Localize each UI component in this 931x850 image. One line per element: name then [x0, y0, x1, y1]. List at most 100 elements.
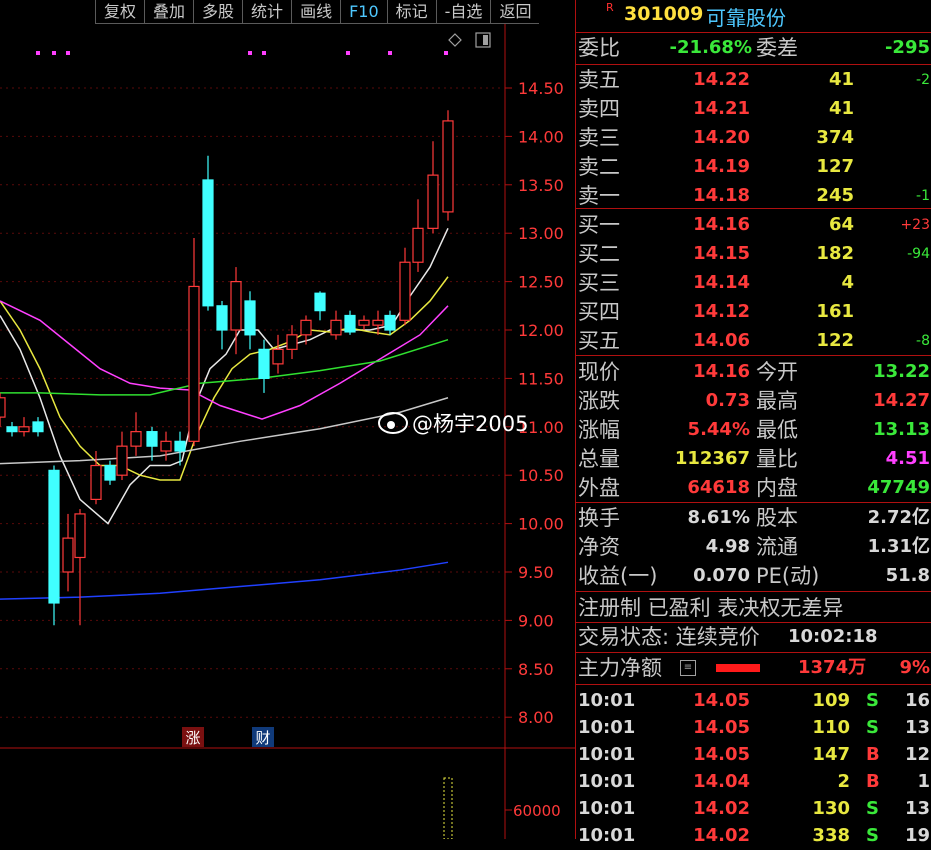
- overlay-button[interactable]: 叠加: [144, 0, 194, 24]
- signal-dot: [444, 51, 448, 55]
- bids-row[interactable]: 买三 14.14 4: [576, 269, 931, 297]
- quote-value2: 4.51: [885, 448, 930, 469]
- ma60-line: [0, 338, 449, 396]
- panel-toggle-icon[interactable]: [475, 32, 491, 48]
- fund-value: 0.070: [693, 565, 750, 586]
- quote-label2: 内盘: [756, 476, 798, 500]
- kline-chart[interactable]: 14.5014.0013.5013.0012.5012.0011.5011.00…: [0, 0, 575, 839]
- candle-up: [372, 319, 384, 326]
- price-tick-label: 13.50: [518, 176, 564, 195]
- tick-side: S: [866, 825, 879, 846]
- price-tick-label: 8.00: [518, 708, 554, 727]
- tick-count: 13: [904, 717, 930, 738]
- bids-volume: 182: [816, 243, 854, 264]
- candle-down: [104, 464, 116, 481]
- mark-button[interactable]: 标记: [386, 0, 436, 24]
- price-tick-label: 9.50: [518, 563, 554, 582]
- list-icon[interactable]: ≡: [680, 660, 696, 676]
- stock-header[interactable]: R 301009 可靠股份: [576, 0, 931, 33]
- quote-value: 112367: [674, 448, 750, 469]
- back-button[interactable]: 返回: [490, 0, 540, 24]
- tick-side: S: [866, 798, 879, 819]
- tick-volume: 2: [837, 771, 850, 792]
- quote-row: 现价 14.16 今开 13.22: [576, 358, 931, 386]
- tick-volume: 147: [812, 744, 850, 765]
- bids-row[interactable]: 买一 14.16 64 +23: [576, 211, 931, 239]
- bids-price: 14.16: [693, 214, 750, 235]
- tick-row: 10:01 14.05 109 S 16: [576, 687, 931, 715]
- asks-row[interactable]: 卖一 14.18 245 -1: [576, 182, 931, 210]
- bids-level-label: 买三: [578, 271, 620, 295]
- asks-row[interactable]: 卖四 14.21 41: [576, 95, 931, 123]
- bids-volume: 64: [828, 214, 854, 235]
- bids-price: 14.15: [693, 243, 750, 264]
- tick-volume: 110: [812, 717, 850, 738]
- signal-dot: [66, 51, 70, 55]
- tags-row: 注册制 已盈利 表决权无差异: [576, 594, 931, 622]
- asks-volume: 41: [828, 69, 854, 90]
- rongzi-badge: R: [606, 1, 614, 14]
- remove-watchlist-button[interactable]: -自选: [435, 0, 491, 24]
- watermark: @杨宇2005: [378, 412, 528, 436]
- signal-dot: [248, 51, 252, 55]
- chart-toolbar: 复权 叠加 多股 统计 画线 F10 标记 -自选 返回: [95, 0, 540, 24]
- trade-status: 交易状态: 连续竞价: [578, 625, 760, 649]
- signal-dots: [36, 51, 448, 55]
- tick-price: 14.04: [693, 771, 750, 792]
- candle-down: [6, 426, 18, 433]
- candle-up: [442, 120, 454, 213]
- tick-time: 10:01: [578, 798, 636, 819]
- bids-change: +23: [900, 217, 930, 233]
- candle-up: [18, 426, 30, 433]
- quote-label: 涨幅: [578, 418, 620, 442]
- asks-level-label: 卖三: [578, 126, 620, 150]
- quote-row: 外盘 64618 内盘 47749: [576, 474, 931, 502]
- candle-up: [0, 397, 6, 418]
- asks-row[interactable]: 卖三 14.20 374: [576, 124, 931, 152]
- diamond-icon[interactable]: [448, 33, 462, 47]
- volume-tick: 60000: [513, 802, 561, 820]
- bids-level-label: 买二: [578, 242, 620, 266]
- tick-time: 10:01: [578, 825, 636, 846]
- zhang-marker[interactable]: 涨: [182, 727, 204, 747]
- candle-up: [130, 431, 142, 447]
- bids-row[interactable]: 买四 14.12 161: [576, 298, 931, 326]
- candle-down: [216, 305, 228, 331]
- fund-row: 收益(一) 0.070 PE(动) 51.8: [576, 562, 931, 590]
- fund-value: 4.98: [705, 536, 750, 557]
- asks-level-label: 卖一: [578, 184, 620, 208]
- statistics-button[interactable]: 统计: [242, 0, 292, 24]
- bids-row[interactable]: 买二 14.15 182 -94: [576, 240, 931, 268]
- tick-time: 10:01: [578, 717, 636, 738]
- asks-row[interactable]: 卖五 14.22 41 -2: [576, 66, 931, 94]
- asks-price: 14.21: [693, 98, 750, 119]
- candles: [0, 110, 454, 626]
- fund-value2: 51.8: [885, 565, 930, 586]
- tick-price: 14.05: [693, 690, 750, 711]
- signal-dot: [262, 51, 266, 55]
- asks-row[interactable]: 卖二 14.19 127: [576, 153, 931, 181]
- status-row: 交易状态: 连续竞价 10:02:18: [576, 623, 931, 651]
- tick-count: 16: [904, 690, 930, 711]
- quote-label: 现价: [578, 360, 620, 384]
- tick-side: S: [866, 690, 879, 711]
- quote-label2: 量比: [756, 447, 798, 471]
- tick-price: 14.05: [693, 744, 750, 765]
- fund-label2: 股本: [756, 506, 798, 530]
- quote-value: 5.44%: [687, 419, 750, 440]
- fuquan-button[interactable]: 复权: [95, 0, 145, 24]
- ma120-line: [0, 397, 449, 465]
- draw-line-button[interactable]: 画线: [291, 0, 341, 24]
- cai-marker[interactable]: 财: [252, 727, 274, 747]
- candle-up: [230, 281, 242, 331]
- mainflow-row[interactable]: 主力净额 ≡ 1374万 9%: [576, 654, 931, 682]
- multi-stock-button[interactable]: 多股: [193, 0, 243, 24]
- bids-row[interactable]: 买五 14.06 122 -8: [576, 327, 931, 355]
- stock-tags: 注册制 已盈利 表决权无差异: [578, 596, 844, 620]
- quote-value: 0.73: [705, 390, 750, 411]
- asks-change: -2: [916, 72, 930, 88]
- price-tick-label: 10.50: [518, 466, 564, 485]
- f10-button[interactable]: F10: [340, 0, 387, 24]
- candle-up: [90, 464, 102, 500]
- signal-dot: [36, 51, 40, 55]
